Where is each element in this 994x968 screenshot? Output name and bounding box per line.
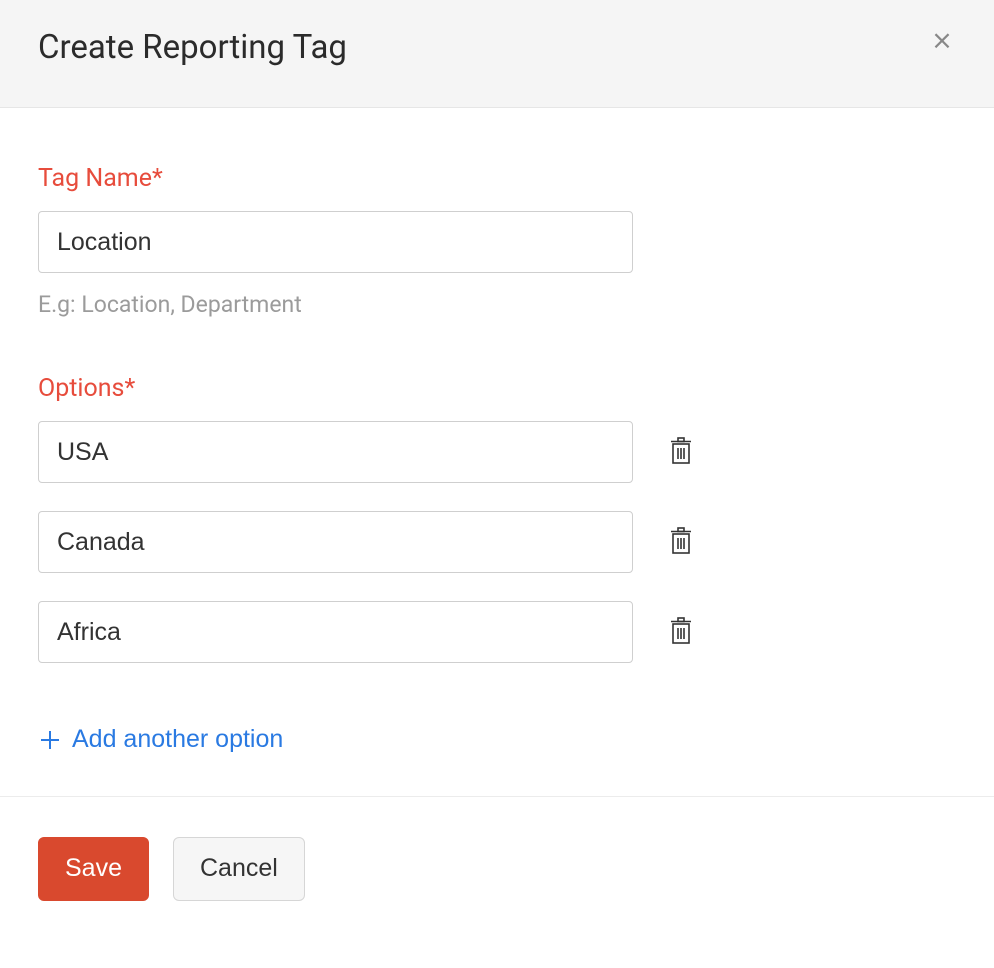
trash-icon <box>669 527 693 558</box>
dialog-header: Create Reporting Tag <box>0 0 994 108</box>
option-input[interactable] <box>38 421 633 483</box>
tag-name-input[interactable] <box>38 211 633 273</box>
tag-name-hint: E.g: Location, Department <box>38 291 956 318</box>
option-row <box>38 511 956 573</box>
trash-icon <box>669 437 693 468</box>
options-label: Options* <box>38 374 956 403</box>
save-button[interactable]: Save <box>38 837 149 901</box>
option-row <box>38 601 956 663</box>
add-option-label: Add another option <box>72 725 283 754</box>
delete-option-button[interactable] <box>667 437 695 467</box>
plus-icon <box>38 728 62 752</box>
tag-name-label: Tag Name* <box>38 164 956 193</box>
delete-option-button[interactable] <box>667 617 695 647</box>
option-row <box>38 421 956 483</box>
trash-icon <box>669 617 693 648</box>
tag-name-field: Tag Name* E.g: Location, Department <box>38 164 956 318</box>
create-reporting-tag-dialog: Create Reporting Tag Tag Name* E.g: Loca… <box>0 0 994 941</box>
dialog-title: Create Reporting Tag <box>38 28 347 67</box>
cancel-button[interactable]: Cancel <box>173 837 305 901</box>
dialog-footer: Save Cancel <box>0 796 994 941</box>
option-input[interactable] <box>38 511 633 573</box>
add-option-button[interactable]: Add another option <box>38 725 283 754</box>
option-input[interactable] <box>38 601 633 663</box>
close-button[interactable] <box>928 28 956 56</box>
dialog-body: Tag Name* E.g: Location, Department Opti… <box>0 108 994 796</box>
close-icon <box>931 30 953 55</box>
delete-option-button[interactable] <box>667 527 695 557</box>
options-section: Options* <box>38 374 956 756</box>
